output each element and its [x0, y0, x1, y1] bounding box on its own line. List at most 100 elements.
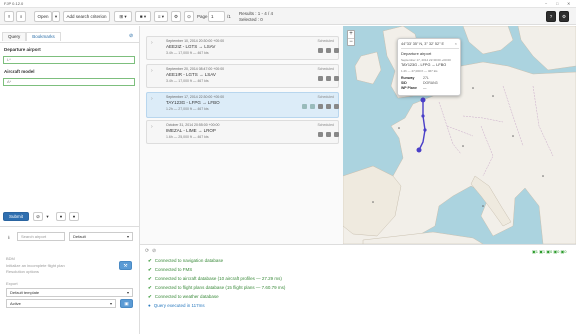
- map-view[interactable]: + − 44°33' 35" N, 3° 32' 52" E × Departu…: [343, 26, 576, 244]
- popup-divider: [401, 48, 459, 49]
- print-button[interactable]: ■ ▾: [135, 11, 151, 22]
- delete-icon[interactable]: [334, 76, 339, 81]
- airport-select[interactable]: Default ▾: [69, 232, 133, 241]
- aircraft-model-input[interactable]: A*: [3, 78, 135, 86]
- wrench-icon: ⚒: [123, 262, 128, 268]
- popup-meta: 1.2h — 27,000 ft — 467 kts: [401, 69, 438, 73]
- tab-query[interactable]: Query: [2, 32, 27, 41]
- flight-card[interactable]: › October 31, 2014 20:55:00 +00:00 IMEZA…: [146, 120, 339, 144]
- grid-icon: ⊞ ▾: [119, 13, 127, 19]
- add-criterion-button[interactable]: Add search criterion: [63, 11, 110, 22]
- clear-query-icon[interactable]: ⊘: [129, 33, 133, 39]
- bdm-run-button[interactable]: ⚒: [119, 261, 132, 270]
- users-button[interactable]: ●: [69, 212, 79, 221]
- search-airport-input[interactable]: Search airport: [17, 232, 65, 241]
- waypoint-marker: [423, 128, 427, 132]
- settings-button[interactable]: ⚙: [171, 11, 181, 22]
- filter-button[interactable]: ⊙: [184, 11, 194, 22]
- download-button[interactable]: ⭳: [16, 11, 26, 22]
- log-entry: ✔ Connected to weather database: [148, 294, 219, 299]
- print-icon[interactable]: [326, 104, 331, 109]
- page-input[interactable]: 1: [208, 11, 225, 22]
- download-icon: ⭳: [20, 13, 22, 19]
- popup-title: Departure airport: [401, 51, 432, 56]
- zoom-control: + −: [347, 30, 355, 46]
- list-icon: ≡ ▾: [157, 13, 165, 19]
- preferences-button[interactable]: ⚙: [559, 11, 569, 22]
- expand-icon[interactable]: ›: [151, 96, 153, 102]
- log-entry: ✔ Connected to FMS: [148, 267, 193, 272]
- refresh-icon[interactable]: ⟳: [145, 248, 149, 254]
- log-filter-icons[interactable]: ▣1 ▣1 ▣0 ▣0 ▣0: [532, 249, 566, 254]
- help-icon: ?: [549, 14, 553, 19]
- map-icon[interactable]: [310, 104, 315, 109]
- check-icon: ✔: [148, 276, 152, 281]
- user-button[interactable]: ●: [56, 212, 66, 221]
- delete-icon[interactable]: [334, 132, 339, 137]
- log-entry: ✔ Connected to navigation database: [148, 258, 224, 263]
- page-label: Page: [197, 14, 208, 19]
- list-menu-button[interactable]: ≡ ▾: [154, 11, 168, 22]
- log-panel: ⟳ ⊘ ▣1 ▣1 ▣0 ▣0 ▣0 ✔ Connected to navigat…: [140, 244, 576, 334]
- title-bar: FJP 0.12.0 − □ ✕: [0, 0, 576, 8]
- query-tabs: Query Bookmarks: [2, 32, 61, 41]
- expand-icon[interactable]: ›: [151, 124, 153, 130]
- filter-icon: ⊙: [187, 13, 191, 19]
- flight-card[interactable]: › September 10, 2014 20:30:00 +00:00 AEE…: [146, 36, 339, 60]
- export-button[interactable]: ▣: [120, 299, 133, 308]
- bdm-initialize-option[interactable]: Initialize an incomplete flight plan: [6, 263, 65, 268]
- open-dropdown-button[interactable]: ▾: [52, 11, 60, 22]
- caret-down-icon: ▾: [54, 13, 58, 19]
- toolbar: ⭱ ⭳ Open ▾ Add search criterion ⊞ ▾ ■ ▾ …: [0, 8, 576, 25]
- zoom-in-button[interactable]: +: [348, 31, 354, 39]
- submit-button[interactable]: Submit: [3, 212, 29, 221]
- clear-log-icon[interactable]: ⊘: [152, 248, 156, 254]
- print-icon[interactable]: [326, 132, 331, 137]
- results-count: Results : 1 - 4 / 4: [239, 11, 274, 16]
- section-divider: [0, 226, 140, 227]
- tab-bookmarks[interactable]: Bookmarks: [26, 32, 61, 41]
- upload-button[interactable]: ⭱: [4, 11, 14, 22]
- export-mode-select[interactable]: Active ▾: [6, 299, 116, 308]
- expand-window-icon[interactable]: [302, 104, 307, 109]
- template-select[interactable]: Default template ▾: [6, 288, 133, 297]
- bdm-resolution-option[interactable]: Resolution options: [6, 269, 39, 274]
- view-mode-button[interactable]: ⊞ ▾: [114, 11, 132, 22]
- check-icon: ✔: [148, 294, 152, 299]
- popup-close-icon[interactable]: ×: [455, 41, 457, 46]
- bookmark-icon[interactable]: [318, 48, 323, 53]
- clear-dropdown-button[interactable]: ▾: [44, 212, 51, 221]
- help-button[interactable]: ?: [546, 11, 556, 22]
- delete-icon[interactable]: [334, 48, 339, 53]
- print-icon[interactable]: [326, 48, 331, 53]
- check-icon: ✔: [148, 258, 152, 263]
- bookmark-icon[interactable]: [318, 132, 323, 137]
- export-label: Export: [6, 281, 18, 286]
- gear-icon: ⚙: [173, 13, 179, 19]
- printer-icon: ■ ▾: [139, 13, 147, 19]
- bookmark-icon[interactable]: [318, 104, 323, 109]
- bookmark-icon[interactable]: [318, 76, 323, 81]
- expand-icon[interactable]: ›: [151, 68, 153, 74]
- minimize-icon[interactable]: −: [545, 1, 547, 6]
- clear-button[interactable]: ⊘: [33, 212, 43, 221]
- caret-down-icon: ▾: [126, 234, 129, 239]
- users-icon: ●: [72, 214, 76, 219]
- open-button[interactable]: Open: [34, 11, 52, 22]
- flight-card[interactable]: › September 20, 2014 08:47:00 +00:00 AEE…: [146, 64, 339, 88]
- user-icon: ●: [59, 214, 63, 219]
- caret-down-icon: ▾: [109, 301, 112, 306]
- delete-icon[interactable]: [334, 104, 339, 109]
- map-popup: 44°33' 35" N, 3° 32' 52" E × Departure a…: [397, 38, 461, 96]
- flight-card-selected[interactable]: › September 17, 2014 22:30:00 +00:00 TAY…: [146, 92, 339, 118]
- popup-route: TAY123G - LFPG → LFBO: [401, 63, 447, 67]
- departure-airport-input[interactable]: L*: [3, 56, 135, 64]
- zoom-out-button[interactable]: −: [348, 39, 354, 46]
- close-icon[interactable]: ✕: [567, 1, 570, 6]
- maximize-icon[interactable]: □: [556, 1, 558, 6]
- ban-icon: ⊘: [36, 213, 40, 219]
- expand-icon[interactable]: ›: [151, 40, 153, 46]
- print-icon[interactable]: [326, 76, 331, 81]
- save-icon: ▣: [124, 300, 129, 306]
- check-icon: ✔: [148, 285, 152, 290]
